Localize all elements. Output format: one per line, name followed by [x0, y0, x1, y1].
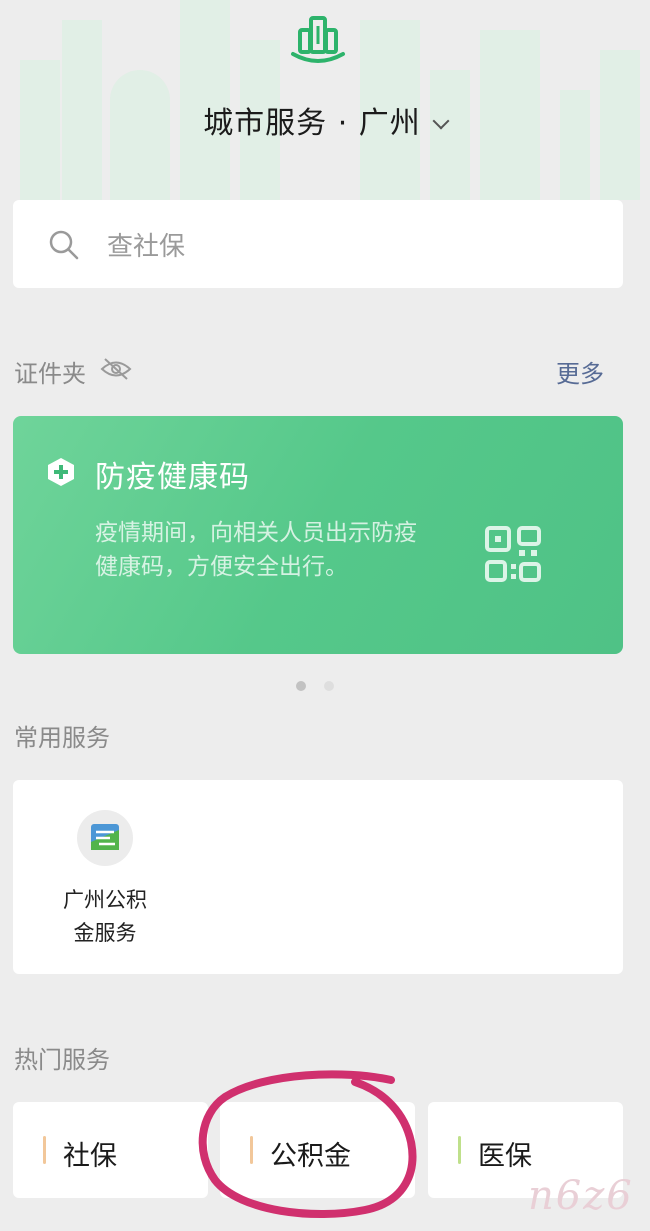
accent-bar — [43, 1136, 46, 1164]
eye-off-icon[interactable] — [100, 356, 132, 382]
carousel-dot — [324, 681, 334, 691]
chevron-down-icon — [432, 112, 450, 130]
watermark: n6z6 — [528, 1173, 634, 1219]
qr-code-icon — [485, 526, 541, 582]
city-title: 城市服务 · 广州 — [203, 106, 421, 141]
annotation-circle — [198, 1070, 417, 1218]
search-bar[interactable]: 查社保 — [13, 200, 623, 288]
hot-service-label: 社保 — [63, 1141, 117, 1172]
health-card-description: 疫情期间，向相关人员出示防疫健康码，方便安全出行。 — [95, 520, 417, 580]
cards-section-label: 证件夹 — [14, 360, 86, 388]
common-services-panel: 广州公积金服务 — [13, 780, 623, 974]
carousel-dot-active — [296, 681, 306, 691]
plus-shield-icon — [48, 458, 74, 486]
carousel-indicator — [296, 676, 352, 695]
search-placeholder: 查社保 — [107, 232, 186, 262]
hot-services-label: 热门服务 — [14, 1046, 110, 1074]
service-item-label: 广州公积金服务 — [63, 888, 147, 945]
gz-housing-fund-icon — [77, 810, 133, 866]
accent-bar — [458, 1136, 461, 1164]
hot-service-social-insurance[interactable]: 社保 — [13, 1102, 208, 1198]
health-code-card[interactable]: 防疫健康码 疫情期间，向相关人员出示防疫健康码，方便安全出行。 — [13, 416, 623, 654]
city-building-icon — [291, 16, 345, 63]
health-card-title: 防疫健康码 — [95, 460, 250, 495]
hot-service-label: 医保 — [478, 1141, 532, 1172]
search-icon — [49, 230, 79, 260]
city-selector[interactable]: 城市服务 · 广州 — [0, 98, 650, 142]
more-link[interactable]: 更多 — [556, 354, 604, 389]
common-services-label: 常用服务 — [14, 724, 110, 752]
header: 城市服务 · 广州 — [0, 0, 650, 200]
